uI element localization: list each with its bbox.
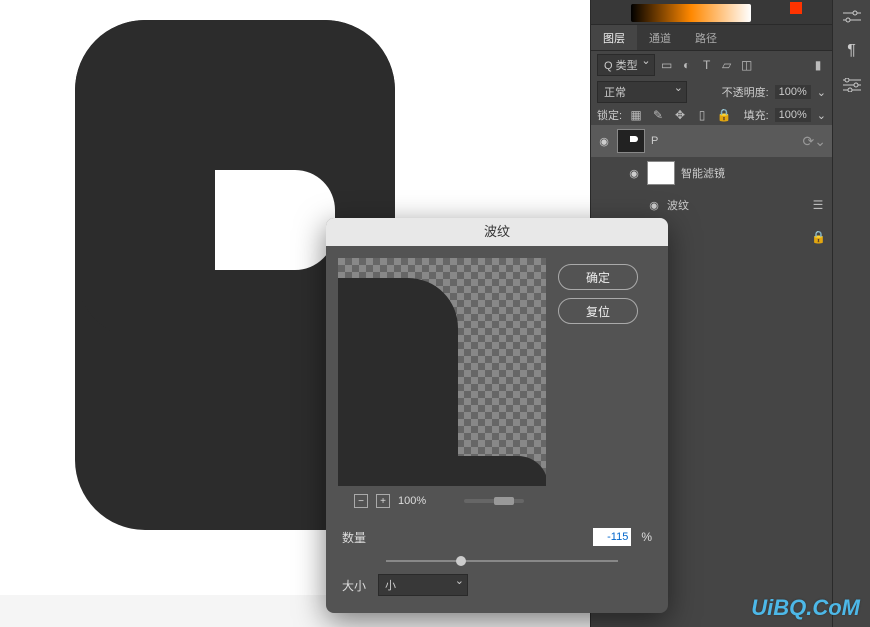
- filter-image-icon[interactable]: ▭: [659, 57, 675, 73]
- smart-filters-label: 智能滤镜: [681, 165, 725, 181]
- ok-button[interactable]: 确定: [558, 264, 638, 290]
- amount-unit: %: [641, 530, 652, 544]
- filter-options-icon[interactable]: ☰: [810, 197, 826, 213]
- filter-name: 波纹: [667, 197, 689, 213]
- dialog-title: 波纹: [326, 218, 668, 246]
- styles-icon[interactable]: [841, 74, 863, 96]
- panel-tabs: 图层 通道 路径: [591, 25, 832, 51]
- icon-rail: ¶: [832, 0, 870, 627]
- fill-chevron-icon[interactable]: ⌄: [817, 109, 826, 122]
- size-dropdown[interactable]: 小: [378, 574, 468, 596]
- tab-layers[interactable]: 图层: [591, 25, 637, 50]
- layer-name[interactable]: P: [651, 135, 658, 147]
- tab-channels[interactable]: 通道: [637, 25, 683, 50]
- size-label: 大小: [342, 577, 366, 594]
- histogram-preview: [591, 0, 832, 25]
- blend-mode-dropdown[interactable]: 正常: [597, 81, 687, 103]
- reset-button[interactable]: 复位: [558, 298, 638, 324]
- visibility-toggle-icon[interactable]: ◉: [597, 135, 611, 148]
- ripple-dialog: 波纹 − + 100% 确定 复位 数量 -115 %: [326, 218, 668, 613]
- amount-slider[interactable]: [386, 560, 618, 562]
- filter-ripple-row[interactable]: ◉ 波纹 ☰: [591, 189, 832, 221]
- lock-transparent-icon[interactable]: ▦: [628, 107, 644, 123]
- letter-p-hole: [215, 170, 335, 270]
- adjustments-icon[interactable]: [841, 6, 863, 28]
- tab-paths[interactable]: 路径: [683, 25, 729, 50]
- filter-adjust-icon[interactable]: ◐: [679, 57, 695, 73]
- lock-brush-icon[interactable]: ✎: [650, 107, 666, 123]
- paragraph-icon[interactable]: ¶: [841, 40, 863, 62]
- lock-label: 锁定:: [597, 107, 622, 123]
- zoom-level: 100%: [398, 495, 426, 507]
- layer-kind-dropdown[interactable]: Q 类型: [597, 54, 655, 76]
- filter-toggle-icon[interactable]: ▮: [810, 57, 826, 73]
- amount-label: 数量: [342, 529, 382, 546]
- filter-smart-icon[interactable]: ◫: [739, 57, 755, 73]
- lock-all-icon[interactable]: 🔒: [716, 107, 732, 123]
- preview-scroll-h[interactable]: [464, 499, 524, 503]
- opacity-chevron-icon[interactable]: ⌄: [817, 86, 826, 99]
- visibility-toggle-icon[interactable]: ◉: [627, 167, 641, 180]
- layer-thumbnail[interactable]: [617, 129, 645, 153]
- lock-move-icon[interactable]: ✥: [672, 107, 688, 123]
- filter-type-icon[interactable]: T: [699, 57, 715, 73]
- layer-filter-row: Q 类型 ▭ ◐ T ▱ ◫ ▮: [591, 51, 832, 79]
- smart-filters-row[interactable]: ◉ 智能滤镜: [591, 157, 832, 189]
- filter-mask-thumbnail[interactable]: [647, 161, 675, 185]
- zoom-out-button[interactable]: −: [354, 494, 368, 508]
- filter-shape-icon[interactable]: ▱: [719, 57, 735, 73]
- fill-label: 填充:: [744, 107, 769, 123]
- lock-row: 锁定: ▦ ✎ ✥ ▯ 🔒 填充: 100% ⌄: [591, 105, 832, 125]
- fill-value[interactable]: 100%: [775, 108, 811, 122]
- visibility-toggle-icon[interactable]: ◉: [647, 199, 661, 212]
- lock-icon[interactable]: 🔒: [811, 230, 826, 244]
- amount-input[interactable]: -115: [593, 528, 631, 546]
- filter-preview[interactable]: [338, 258, 546, 486]
- layer-p[interactable]: ◉ P ⟳⌄: [591, 125, 832, 157]
- watermark: UiBQ.CoM: [751, 595, 860, 621]
- opacity-label: 不透明度:: [722, 84, 769, 100]
- zoom-in-button[interactable]: +: [376, 494, 390, 508]
- smart-object-icon: ⟳⌄: [803, 133, 826, 150]
- blend-row: 正常 不透明度: 100% ⌄: [591, 79, 832, 105]
- opacity-value[interactable]: 100%: [775, 85, 811, 99]
- lock-artboard-icon[interactable]: ▯: [694, 107, 710, 123]
